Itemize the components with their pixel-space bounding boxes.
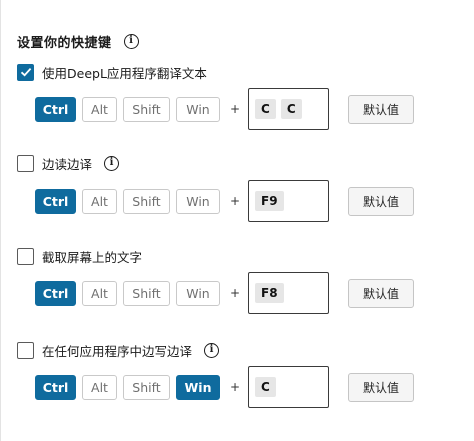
default-button[interactable]: 默认值 [348, 278, 414, 308]
hotkey-input[interactable]: C [248, 366, 329, 408]
checkbox-write-translate[interactable] [17, 341, 34, 359]
key-pill: C [255, 99, 276, 119]
plus-sign: + [229, 102, 241, 116]
win-key-toggle[interactable]: Win [176, 280, 220, 306]
info-circle-icon[interactable]: i [123, 33, 139, 49]
shortcut-capture-text: 截取屏幕上的文字 Ctrl Alt Shift Win + F8 默认值 [17, 245, 467, 315]
checkmark-icon [20, 67, 31, 77]
shortcut-label: 边读边译 [42, 156, 93, 172]
default-button[interactable]: 默认值 [348, 186, 414, 216]
win-key-toggle[interactable]: Win [176, 374, 220, 400]
shortcut-write-translate: 在任何应用程序中边写边译 i Ctrl Alt Shift Win + C 默认… [17, 339, 467, 409]
default-button[interactable]: 默认值 [348, 94, 414, 124]
settings-panel: 设置你的快捷键 i 使用DeepL应用程序翻译文本 Ctrl Alt Shift… [0, 0, 474, 441]
plus-sign: + [229, 286, 241, 300]
default-button[interactable]: 默认值 [348, 372, 414, 402]
shortcut-label: 使用DeepL应用程序翻译文本 [42, 65, 207, 81]
ctrl-key-toggle[interactable]: Ctrl [35, 96, 76, 122]
shortcut-translate-text: 使用DeepL应用程序翻译文本 Ctrl Alt Shift Win + C C… [17, 61, 467, 131]
win-key-toggle[interactable]: Win [176, 188, 220, 214]
checkbox-read-translate[interactable] [17, 154, 34, 172]
key-pill: C [280, 99, 302, 119]
shift-key-toggle[interactable]: Shift [123, 188, 170, 214]
info-circle-icon[interactable]: i [204, 342, 220, 358]
key-pill: F9 [255, 191, 284, 211]
shortcut-label: 在任何应用程序中边写边译 [42, 343, 193, 359]
shift-key-toggle[interactable]: Shift [123, 374, 170, 400]
ctrl-key-toggle[interactable]: Ctrl [35, 280, 76, 306]
page-title: 设置你的快捷键 [17, 35, 112, 51]
plus-sign: + [229, 194, 241, 208]
title-row: 设置你的快捷键 i [17, 30, 139, 52]
ctrl-key-toggle[interactable]: Ctrl [35, 374, 76, 400]
alt-key-toggle[interactable]: Alt [82, 96, 117, 122]
shift-key-toggle[interactable]: Shift [123, 280, 170, 306]
info-circle-icon[interactable]: i [104, 155, 120, 171]
key-pill: F8 [255, 283, 284, 303]
alt-key-toggle[interactable]: Alt [82, 280, 117, 306]
checkbox-capture-text[interactable] [17, 247, 34, 265]
shortcut-label: 截取屏幕上的文字 [42, 249, 143, 265]
plus-sign: + [229, 380, 241, 394]
ctrl-key-toggle[interactable]: Ctrl [35, 188, 76, 214]
shortcut-read-translate: 边读边译 i Ctrl Alt Shift Win + F9 默认值 [17, 152, 467, 222]
checkbox-translate-text[interactable] [17, 63, 34, 81]
key-pill: C [255, 377, 276, 397]
hotkey-input[interactable]: F8 [248, 272, 329, 314]
hotkey-input[interactable]: C C [248, 88, 329, 130]
shift-key-toggle[interactable]: Shift [123, 96, 170, 122]
alt-key-toggle[interactable]: Alt [82, 374, 117, 400]
win-key-toggle[interactable]: Win [176, 96, 220, 122]
hotkey-input[interactable]: F9 [248, 180, 329, 222]
alt-key-toggle[interactable]: Alt [82, 188, 117, 214]
